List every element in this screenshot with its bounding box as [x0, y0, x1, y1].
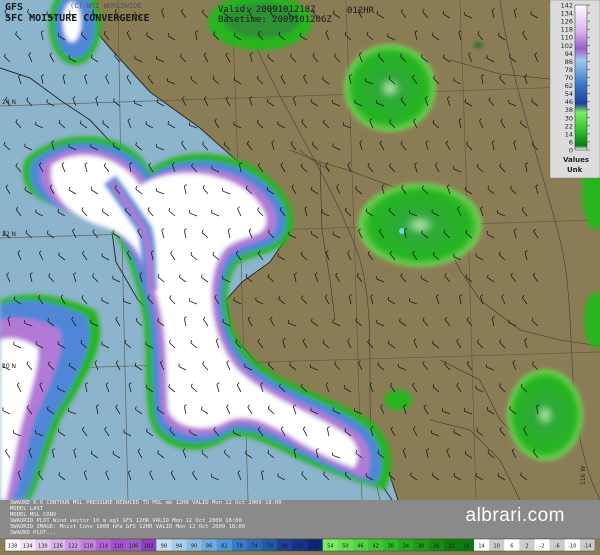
info-line-6: SWAORD PLOT...: [10, 530, 57, 536]
colorbar-label: 70: [267, 544, 273, 550]
colorbar-label: 78: [236, 544, 242, 550]
lat-label-22n: 22 N: [2, 231, 16, 238]
legend-tick-label: 70: [565, 74, 573, 82]
bottom-colorbar: 138 134 130 126 122 118 114 110 106 102 98 94 90 86 82…: [4, 538, 596, 552]
colorbar-label: 42: [372, 544, 378, 550]
legend-tick-label: 94: [565, 50, 573, 58]
colorbar-label: 110: [114, 544, 124, 550]
colorbar-label: 134: [23, 544, 33, 550]
lat-label-24n: 24 N: [2, 99, 16, 106]
colorbar-label: 14: [478, 544, 484, 550]
header-product: SFC MOISTURE CONVERGENCE: [5, 13, 150, 24]
colorbar-label: -14: [583, 544, 591, 550]
header-model: GFS: [5, 2, 24, 13]
lat-label-20n: 20 N: [2, 363, 16, 370]
colorbar-label: 102: [144, 544, 154, 550]
legend-tick-label: 62: [565, 82, 573, 90]
wind-barb-flag: [112, 142, 115, 146]
legend-tick-label: 54: [565, 90, 573, 98]
colorbar-label: 46: [357, 544, 363, 550]
legend-tick-label: 110: [561, 34, 573, 42]
colorbar-label: 2: [525, 544, 528, 550]
colorbar-label: 86: [206, 544, 212, 550]
weather-map: 24 N 22 N 20 N 116 W 1421341261181101029…: [0, 0, 600, 552]
legend-tick-label: 30: [565, 114, 573, 122]
colorbar-label: -10: [568, 544, 576, 550]
colorbar-label: 130: [38, 544, 48, 550]
lon-label-116w: 116 W: [580, 466, 587, 485]
colorbar-label: 58: [312, 544, 318, 550]
legend-gradient-bar: [574, 4, 588, 151]
colorbar-label: 10: [493, 544, 499, 550]
colorbar-label: 122: [68, 544, 78, 550]
colorbar-label: 66: [282, 544, 288, 550]
wind-barb-flag: [57, 32, 60, 36]
colorbar-label: -6: [555, 544, 560, 550]
wind-barb-flag: [486, 406, 489, 410]
legend-caption-values: Values: [563, 156, 589, 164]
legend-tick-label: 6: [569, 138, 573, 146]
legend-tick-label: 78: [565, 66, 573, 74]
colorbar-label: 118: [83, 544, 93, 550]
colorbar-label: 18: [463, 544, 469, 550]
legend-tick-label: 142: [561, 2, 573, 10]
legend-tick-label: 118: [561, 26, 573, 34]
wind-barb-flag: [112, 450, 115, 455]
legend-tick-label: 22: [565, 122, 573, 130]
header-valid: Valid: 2009101218Z: [218, 5, 316, 15]
colorbar-label: 22: [448, 544, 454, 550]
colorbar-label: 126: [53, 544, 63, 550]
colorbar-label: 38: [388, 544, 394, 550]
legend-tick-label: 86: [565, 58, 573, 66]
colorbar-label: 34: [403, 544, 409, 550]
colorbar-label: 106: [129, 544, 139, 550]
wind-barb-flag: [464, 186, 467, 190]
header-copyright: (C) WSI WORLDWIDE: [70, 2, 142, 10]
legend-tick-label: 134: [561, 10, 573, 18]
watermark: albrari.com: [465, 505, 565, 526]
legend-tick-label: 14: [565, 130, 573, 138]
colorbar-label: 94: [176, 544, 182, 550]
legend-tick-label: 46: [565, 98, 573, 106]
colorbar-label: 98: [161, 544, 167, 550]
legend-tick-label: 38: [565, 106, 573, 114]
legend-tick-label: 126: [561, 18, 573, 26]
colorbar-label: 90: [191, 544, 197, 550]
info-line-1: SWAORD 0.0 CONTOUR MSL PRESSURE REDUCED …: [10, 500, 282, 506]
colorbar-label: 6: [510, 544, 513, 550]
colorbar-label: -2: [540, 544, 545, 550]
legend-tick-label: 102: [561, 42, 573, 50]
legend-tick-label: 0: [569, 147, 573, 155]
colorbar-label: 62: [297, 544, 303, 550]
colorbar-label: 30: [418, 544, 424, 550]
color-legend: 1421341261181101029486787062544638302214…: [549, 0, 600, 179]
colorbar-label: 82: [221, 544, 227, 550]
legend-caption-unk: Unk: [567, 166, 583, 174]
colorbar-label: 74: [251, 544, 257, 550]
wind-barb-flag: [442, 10, 445, 14]
header-basetime: Basetime: 2009101206Z: [218, 15, 332, 25]
wind-barb-flag: [266, 186, 269, 190]
header-forecast-hour: 012HR: [347, 6, 375, 16]
colorbar-label: 138: [8, 544, 18, 550]
colorbar-label: 114: [99, 544, 109, 550]
colorbar-label: 50: [342, 544, 348, 550]
colorbar-label: 54: [327, 544, 333, 550]
colorbar-label: 26: [433, 544, 439, 550]
